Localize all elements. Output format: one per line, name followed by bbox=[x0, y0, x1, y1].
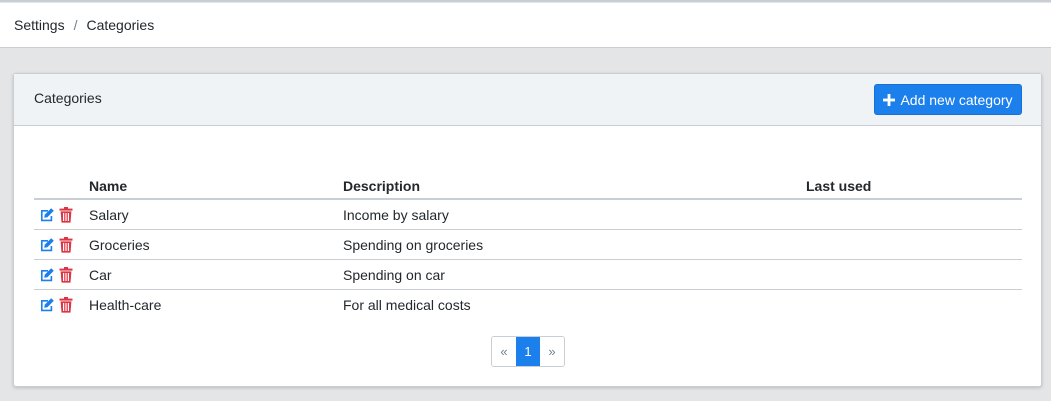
row-actions bbox=[34, 259, 89, 290]
edit-icon[interactable] bbox=[39, 267, 55, 283]
trash-icon[interactable] bbox=[59, 236, 75, 253]
card-header: Categories Add new category bbox=[14, 74, 1041, 126]
breadcrumb-separator: / bbox=[73, 17, 78, 33]
add-new-category-label: Add new category bbox=[900, 91, 1013, 108]
row-last-used bbox=[806, 199, 1022, 230]
column-header-name: Name bbox=[89, 174, 343, 200]
table-row: Groceries Spending on groceries bbox=[34, 229, 1022, 260]
trash-icon[interactable] bbox=[59, 266, 75, 283]
pagination-next-button[interactable]: » bbox=[540, 337, 564, 366]
row-description: For all medical costs bbox=[343, 289, 806, 319]
row-last-used bbox=[806, 259, 1022, 290]
table-row: Car Spending on car bbox=[34, 259, 1022, 290]
edit-icon[interactable] bbox=[39, 297, 55, 313]
row-name: Salary bbox=[89, 206, 129, 223]
top-border bbox=[0, 0, 1051, 2]
table-header-row: Name Description Last used bbox=[34, 174, 1022, 200]
trash-icon[interactable] bbox=[59, 206, 75, 223]
row-name: Groceries bbox=[89, 229, 343, 260]
add-new-category-button[interactable]: Add new category bbox=[874, 84, 1022, 115]
breadcrumb: Settings / Categories bbox=[0, 3, 1051, 48]
edit-icon[interactable] bbox=[39, 237, 55, 253]
trash-icon[interactable] bbox=[59, 296, 75, 313]
column-header-last-used: Last used bbox=[806, 174, 1022, 200]
edit-icon[interactable] bbox=[39, 207, 55, 223]
categories-card: Categories Add new category Name Descrip… bbox=[13, 73, 1042, 387]
row-actions bbox=[34, 229, 89, 260]
pagination-page-1[interactable]: 1 bbox=[516, 337, 540, 366]
column-header-description: Description bbox=[343, 174, 806, 200]
categories-table: Name Description Last used Salary Income… bbox=[34, 174, 1022, 319]
table-row: Health-care For all medical costs bbox=[34, 289, 1022, 319]
pagination-prev-button[interactable]: « bbox=[492, 337, 516, 366]
card-title: Categories bbox=[34, 90, 102, 106]
breadcrumb-categories: Categories bbox=[86, 17, 155, 33]
row-name: Health-care bbox=[89, 289, 343, 319]
row-description: Spending on car bbox=[343, 259, 806, 290]
pagination: « 1 » bbox=[491, 336, 565, 367]
row-name: Car bbox=[89, 259, 343, 290]
row-actions bbox=[34, 289, 89, 319]
column-header-actions bbox=[34, 174, 89, 200]
row-description: Spending on groceries bbox=[343, 229, 806, 260]
breadcrumb-settings[interactable]: Settings bbox=[14, 17, 65, 33]
row-actions bbox=[34, 199, 89, 230]
row-last-used bbox=[806, 289, 1022, 319]
plus-icon bbox=[883, 93, 896, 106]
table-row: Salary Income by salary bbox=[34, 199, 1022, 230]
row-description: Income by salary bbox=[343, 206, 449, 223]
row-last-used bbox=[806, 229, 1022, 260]
